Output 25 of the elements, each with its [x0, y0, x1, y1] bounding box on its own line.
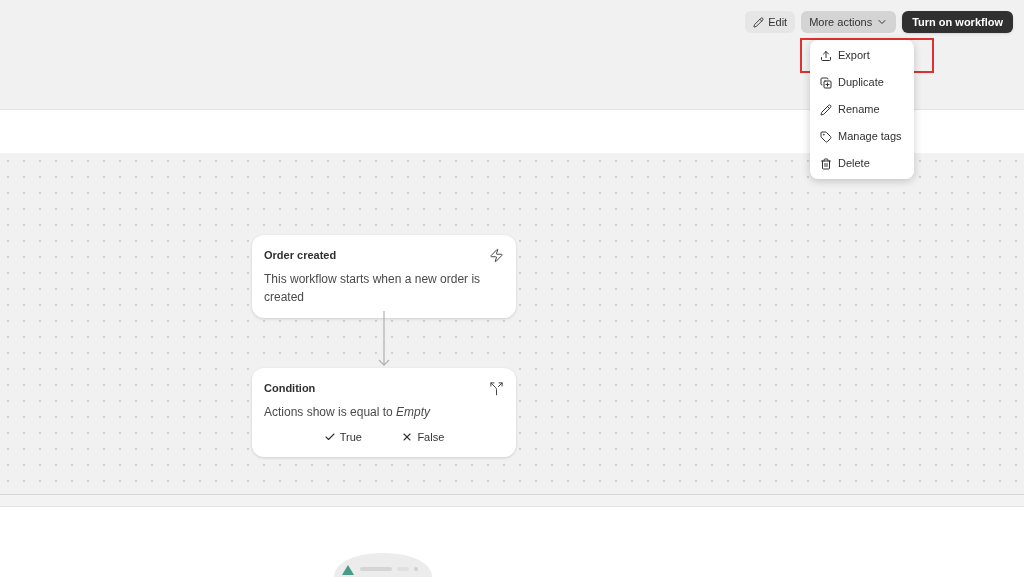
- node-title: Condition: [264, 381, 316, 396]
- turn-on-workflow-button[interactable]: Turn on workflow: [902, 11, 1013, 33]
- branch-label: True: [339, 429, 362, 445]
- more-actions-button[interactable]: More actions: [801, 11, 897, 33]
- node-description: Actions show is equal to Empty: [264, 403, 432, 421]
- menu-item[interactable]: Duplicate: [810, 69, 914, 96]
- trash-icon: [820, 157, 832, 170]
- workflow-node[interactable]: Order created This workflow starts when a new order is created: [252, 235, 516, 318]
- tag-icon: [820, 130, 832, 143]
- branch-label: False: [417, 429, 445, 445]
- menu-item[interactable]: Delete: [810, 150, 914, 177]
- node-title: Order created: [264, 248, 337, 263]
- upload-icon: [820, 49, 832, 62]
- node-description: This workflow starts when a new order is created: [264, 270, 482, 306]
- connector-arrow: [378, 311, 390, 367]
- menu-item[interactable]: Manage tags: [810, 123, 914, 150]
- menu-item[interactable]: Rename: [810, 96, 914, 123]
- menu-item[interactable]: Export: [810, 42, 914, 69]
- branch-icon: [489, 380, 504, 396]
- duplicate-icon: [820, 76, 832, 89]
- workflow-node[interactable]: Condition Actions show is equal to Empty True False: [252, 368, 516, 457]
- pencil-icon: [820, 103, 832, 116]
- pencil-icon: [753, 16, 765, 28]
- lightning-icon: [489, 247, 504, 263]
- edit-button[interactable]: Edit: [745, 11, 796, 33]
